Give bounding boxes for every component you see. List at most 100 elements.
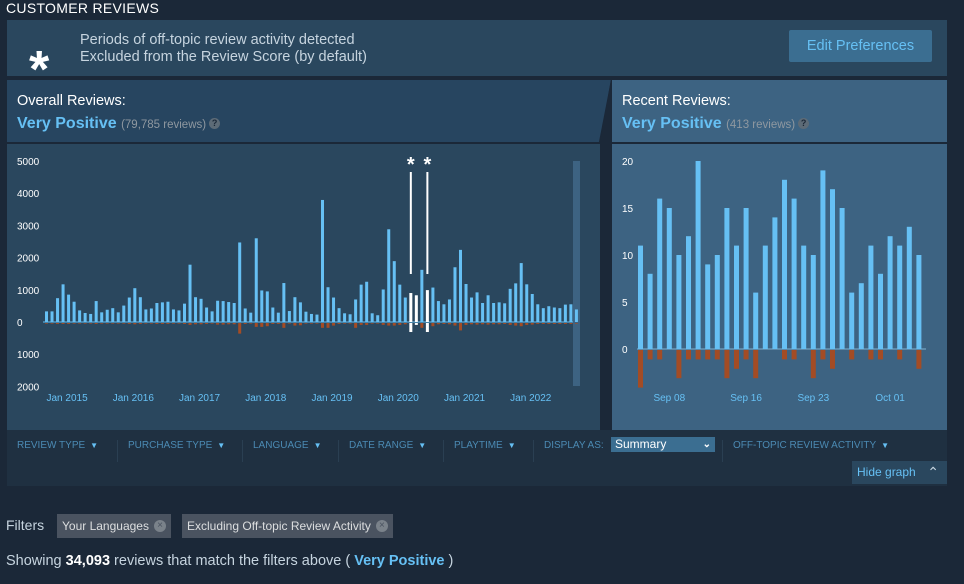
negative-bar bbox=[332, 323, 336, 326]
positive-bar bbox=[298, 302, 302, 322]
negative-bar bbox=[574, 323, 578, 324]
y-tick-label: 0 bbox=[622, 345, 628, 356]
negative-bar bbox=[183, 323, 186, 324]
review-type-dropdown[interactable]: REVIEW TYPE ▼ bbox=[7, 440, 108, 462]
x-tick-label: Sep 16 bbox=[730, 393, 762, 404]
positive-bar bbox=[887, 236, 893, 349]
positive-bar bbox=[376, 315, 380, 322]
filter-tag-offtopic[interactable]: Excluding Off-topic Review Activity × bbox=[182, 514, 393, 538]
positive-bar bbox=[271, 307, 275, 322]
positive-bar bbox=[50, 311, 54, 322]
y-tick-label: 3000 bbox=[17, 221, 40, 232]
hide-graph-button[interactable]: Hide graph ⌃ bbox=[852, 461, 947, 484]
positive-bar bbox=[481, 303, 485, 322]
negative-bar bbox=[508, 323, 512, 325]
positive-bar bbox=[791, 198, 797, 349]
purchase-type-dropdown[interactable]: PURCHASE TYPE ▼ bbox=[117, 440, 235, 462]
chart-scrollbar[interactable] bbox=[573, 161, 580, 386]
negative-bar bbox=[442, 323, 446, 324]
recent-rating[interactable]: Very Positive bbox=[622, 115, 722, 132]
positive-bar bbox=[287, 311, 291, 322]
negative-bar bbox=[160, 323, 164, 324]
negative-bar bbox=[916, 350, 922, 369]
overall-rating[interactable]: Very Positive bbox=[17, 115, 117, 132]
negative-bar bbox=[232, 323, 236, 325]
negative-bar bbox=[398, 323, 402, 325]
remove-icon[interactable]: × bbox=[375, 520, 388, 532]
positive-bar bbox=[304, 311, 308, 322]
y-tick-label: 2000 bbox=[17, 382, 40, 393]
y-tick-label: 5 bbox=[622, 298, 628, 309]
negative-bar bbox=[188, 323, 192, 325]
positive-bar bbox=[309, 313, 313, 322]
negative-bar bbox=[50, 323, 54, 324]
negative-bar bbox=[321, 323, 324, 328]
positive-bar bbox=[293, 297, 297, 322]
positive-bar bbox=[638, 245, 643, 349]
offtopic-activity-dropdown[interactable]: OFF-TOPIC REVIEW ACTIVITY ▼ bbox=[722, 440, 899, 462]
positive-bar bbox=[315, 314, 319, 322]
help-icon[interactable]: ? bbox=[798, 118, 810, 129]
offtopic-asterisk-icon: * bbox=[423, 154, 431, 176]
negative-bar bbox=[67, 323, 71, 324]
negative-bar bbox=[676, 350, 682, 379]
positive-bar bbox=[359, 284, 363, 322]
positive-bar bbox=[254, 238, 258, 322]
positive-bar bbox=[762, 245, 768, 349]
display-as-select[interactable]: Summary ⌄ bbox=[611, 437, 715, 452]
help-icon[interactable]: ? bbox=[209, 118, 221, 129]
negative-bar bbox=[205, 323, 209, 324]
negative-bar bbox=[105, 323, 109, 324]
positive-bar bbox=[105, 309, 109, 322]
offtopic-bar bbox=[425, 290, 429, 322]
offtopic-bar bbox=[414, 295, 418, 322]
recent-chart[interactable]: 20 15 10 5 0 Sep 08 Sep 16 Sep 23 Oct 01 bbox=[612, 144, 947, 430]
remove-icon[interactable]: × bbox=[153, 520, 166, 532]
positive-bar bbox=[183, 303, 186, 322]
negative-bar bbox=[657, 350, 663, 360]
negative-bar bbox=[243, 323, 247, 324]
positive-bar bbox=[232, 303, 236, 322]
edit-preferences-button[interactable]: Edit Preferences bbox=[789, 30, 932, 62]
chevron-down-icon: ⌄ bbox=[702, 439, 711, 450]
playtime-dropdown[interactable]: PLAYTIME ▼ bbox=[443, 440, 526, 462]
filter-tag-languages[interactable]: Your Languages × bbox=[57, 514, 171, 538]
positive-bar bbox=[820, 170, 826, 349]
positive-bar bbox=[525, 284, 529, 322]
overall-chart[interactable]: 5000 4000 3000 2000 1000 0 1000 2000 Jan 2015 Jan… bbox=[7, 144, 600, 430]
offtopic-banner: * Periods of off-topic review activity d… bbox=[7, 20, 947, 96]
recent-chart-svg: 20 15 10 5 0 Sep 08 Sep 16 Sep 23 Oct 01 bbox=[622, 157, 926, 404]
positive-bar bbox=[392, 261, 396, 322]
negative-bar bbox=[381, 323, 385, 325]
negative-bar bbox=[89, 323, 93, 324]
positive-bar bbox=[72, 301, 76, 322]
positive-bar bbox=[486, 295, 490, 322]
negative-bar bbox=[514, 323, 518, 326]
negative-bar bbox=[304, 323, 308, 324]
negative-bar bbox=[276, 323, 280, 324]
date-range-dropdown[interactable]: DATE RANGE ▼ bbox=[338, 440, 436, 462]
y-tick-label: 15 bbox=[622, 204, 634, 215]
positive-bar bbox=[464, 284, 468, 322]
y-tick-label: 10 bbox=[622, 251, 634, 262]
negative-bar bbox=[695, 350, 701, 360]
x-tick-label: Jan 2021 bbox=[444, 393, 486, 404]
chart-divider bbox=[600, 80, 612, 430]
positive-bar bbox=[337, 308, 341, 322]
positive-bar bbox=[436, 301, 440, 322]
negative-bar bbox=[309, 323, 313, 324]
positive-bar bbox=[897, 245, 903, 349]
positive-bar bbox=[326, 287, 330, 322]
negative-bar bbox=[453, 323, 457, 326]
negative-bar bbox=[431, 323, 435, 327]
negative-bar bbox=[541, 323, 545, 324]
negative-bar bbox=[486, 323, 490, 325]
positive-bar bbox=[497, 302, 501, 322]
offtopic-asterisk-icon: * bbox=[407, 154, 415, 176]
positive-bar bbox=[519, 263, 523, 322]
language-dropdown[interactable]: LANGUAGE ▼ bbox=[242, 440, 332, 462]
negative-bar bbox=[638, 350, 643, 388]
negative-bar bbox=[282, 323, 286, 328]
positive-bar bbox=[160, 302, 164, 322]
negative-bar bbox=[116, 323, 120, 324]
